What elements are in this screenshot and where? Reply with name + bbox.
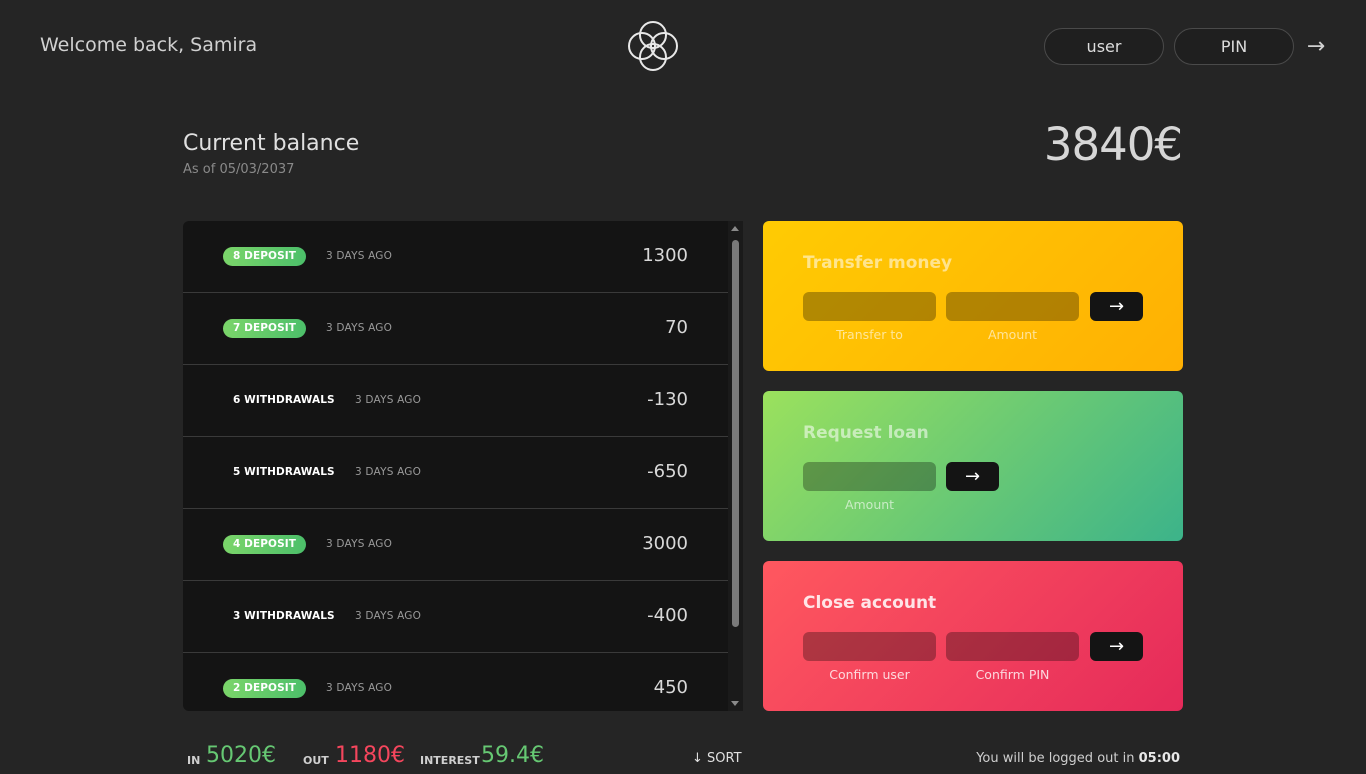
movement-value: 450 [653,677,688,698]
overlapping-circles-logo-icon [628,21,678,71]
confirm-user-input[interactable] [803,632,936,661]
movement-value: -400 [647,605,688,626]
movement-type-badge: 2 deposit [223,679,307,698]
loan-title: Request loan [803,423,929,443]
confirm-user-label: Confirm user [829,667,910,682]
sort-button[interactable]: ↓ SORT [692,751,742,766]
close-account-panel: Close account → Confirm user Confirm PIN [763,561,1183,711]
scrollbar-thumb[interactable] [732,240,739,627]
movement-type-badge: 7 deposit [223,319,307,338]
transfer-amount-label: Amount [987,327,1038,342]
movement-date: 3 days ago [355,610,422,622]
movement-date: 3 days ago [355,466,422,478]
movement-value: -650 [647,461,688,482]
movement-value: 1300 [642,245,688,266]
transfer-title: Transfer money [803,253,953,273]
request-loan-panel: Request loan → Amount [763,391,1183,541]
movement-value: -130 [647,389,688,410]
movement-type-badge: 3 withdrawals [233,610,335,622]
summary-interest-label: Interest [420,754,480,767]
scroll-down-arrow-icon[interactable] [731,701,739,706]
movement-type-badge: 6 withdrawals [233,394,335,406]
summary-interest-value: 59.4€ [481,743,544,768]
summary-in-value: 5020€ [206,743,276,768]
movement-row: 8 deposit 3 days ago 1300 [183,221,728,293]
movement-row: 5 withdrawals 3 days ago -650 [183,437,728,509]
logout-timer: You will be logged out in 05:00 [976,751,1180,766]
movement-type-badge: 5 withdrawals [233,466,335,478]
close-title: Close account [803,593,937,613]
movement-date: 3 days ago [326,250,393,262]
confirm-pin-input[interactable] [946,632,1079,661]
movements-list[interactable]: 8 deposit 3 days ago 1300 7 deposit 3 da… [183,221,743,711]
loan-submit-button[interactable]: → [946,462,999,491]
scroll-up-arrow-icon[interactable] [731,226,739,231]
movement-date: 3 days ago [355,394,422,406]
summary-in-label: In [187,754,201,767]
movement-date: 3 days ago [326,538,393,550]
summary-out-value: 1180€ [335,743,405,768]
movement-value: 3000 [642,533,688,554]
movement-row: 6 withdrawals 3 days ago -130 [183,365,728,437]
movement-type-badge: 8 deposit [223,247,307,266]
logout-timer-time: 05:00 [1138,751,1180,766]
movements-scrollbar[interactable] [728,221,743,711]
balance-value: 3840€ [1043,118,1183,171]
welcome-message: Welcome back, Samira [40,34,258,56]
movement-row: 7 deposit 3 days ago 70 [183,293,728,365]
movement-value: 70 [665,317,688,338]
login-user-input[interactable] [1044,28,1164,65]
transfer-amount-input[interactable] [946,292,1079,321]
loan-amount-input[interactable] [803,462,936,491]
close-submit-button[interactable]: → [1090,632,1143,661]
login-pin-input[interactable] [1174,28,1294,65]
login-arrow-button[interactable]: → [1300,30,1332,62]
loan-amount-label: Amount [844,497,895,512]
transfer-money-panel: Transfer money → Transfer to Amount [763,221,1183,371]
movement-type-badge: 4 deposit [223,535,307,554]
movement-row: 2 deposit 3 days ago 450 [183,653,728,711]
balance-label: Current balance [183,131,360,156]
top-nav: Welcome back, Samira → [0,0,1366,92]
movement-date: 3 days ago [326,682,393,694]
transfer-to-label: Transfer to [836,327,903,342]
confirm-pin-label: Confirm PIN [975,667,1050,682]
logout-timer-text: You will be logged out in [976,751,1135,766]
transfer-submit-button[interactable]: → [1090,292,1143,321]
movement-row: 4 deposit 3 days ago 3000 [183,509,728,581]
summary-out-label: Out [303,754,329,767]
movement-row: 3 withdrawals 3 days ago -400 [183,581,728,653]
balance-date: As of 05/03/2037 [183,162,295,177]
transfer-to-input[interactable] [803,292,936,321]
movement-date: 3 days ago [326,322,393,334]
